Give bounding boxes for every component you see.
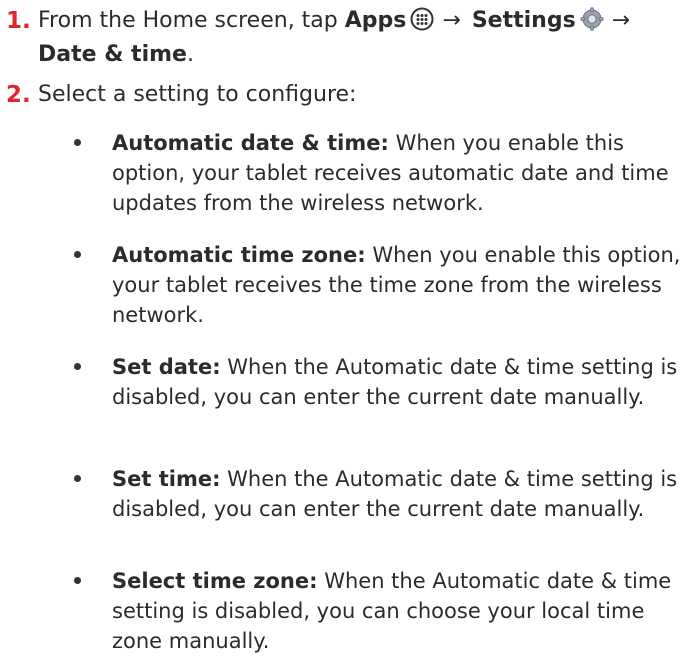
settings-gear-icon bbox=[580, 7, 604, 40]
step-1-text: From the Home screen, tap Apps → Settings… bbox=[38, 6, 686, 70]
step-1-period: . bbox=[186, 42, 194, 67]
bullet-label: Select time zone: bbox=[112, 569, 318, 593]
arrow-icon: → bbox=[611, 8, 631, 33]
bullet-dot bbox=[74, 475, 81, 482]
bullet-label: Automatic date & time: bbox=[112, 131, 389, 155]
bullet-text: Select time zone: When the Automatic dat… bbox=[112, 566, 690, 656]
bullet-label: Set date: bbox=[112, 355, 221, 379]
step-1-intro: From the Home screen, tap bbox=[38, 8, 345, 33]
bullet-dot bbox=[74, 139, 81, 146]
bullet-dot bbox=[74, 251, 81, 258]
settings-label: Settings bbox=[471, 8, 576, 33]
bullet-dot bbox=[74, 577, 81, 584]
bullet-label: Set time: bbox=[112, 467, 221, 491]
step-number: 1. bbox=[6, 8, 31, 34]
step-number: 2. bbox=[6, 82, 31, 108]
arrow-icon: → bbox=[442, 8, 461, 33]
apps-label: Apps bbox=[344, 8, 407, 33]
date-time-label: Date & time bbox=[38, 42, 187, 67]
bullet-text: Automatic time zone: When you enable thi… bbox=[112, 240, 690, 330]
bullet-text: Set date: When the Automatic date & time… bbox=[112, 352, 690, 412]
bullet-text: Automatic date & time: When you enable t… bbox=[112, 128, 690, 218]
step-2-text: Select a setting to configure: bbox=[38, 82, 357, 107]
bullet-dot bbox=[74, 363, 81, 370]
bullet-label: Automatic time zone: bbox=[112, 243, 366, 267]
apps-grid-icon bbox=[410, 7, 434, 40]
bullet-text: Set time: When the Automatic date & time… bbox=[112, 464, 690, 524]
